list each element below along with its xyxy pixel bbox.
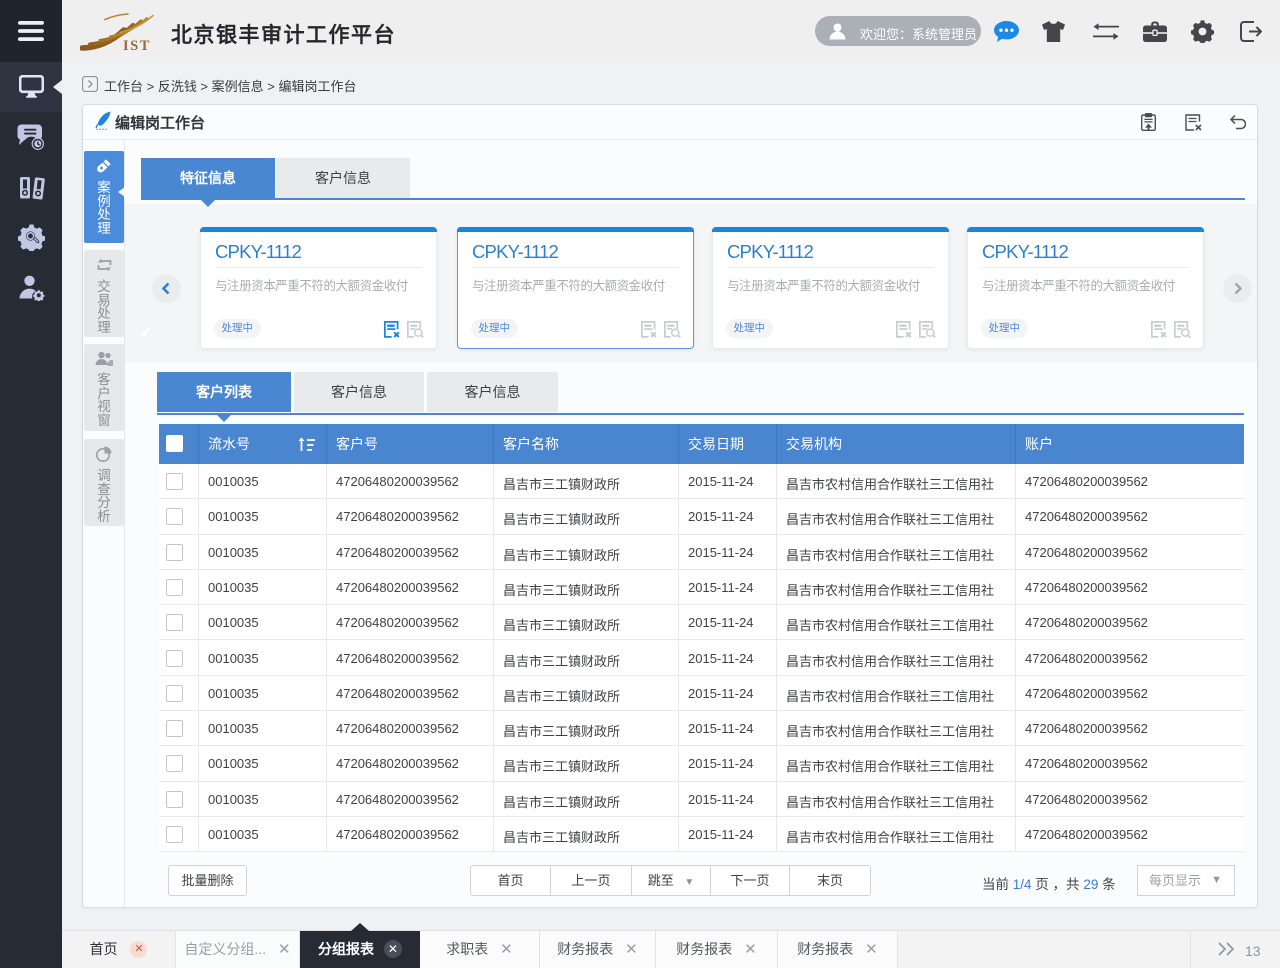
svg-text:IST: IST bbox=[123, 38, 151, 54]
